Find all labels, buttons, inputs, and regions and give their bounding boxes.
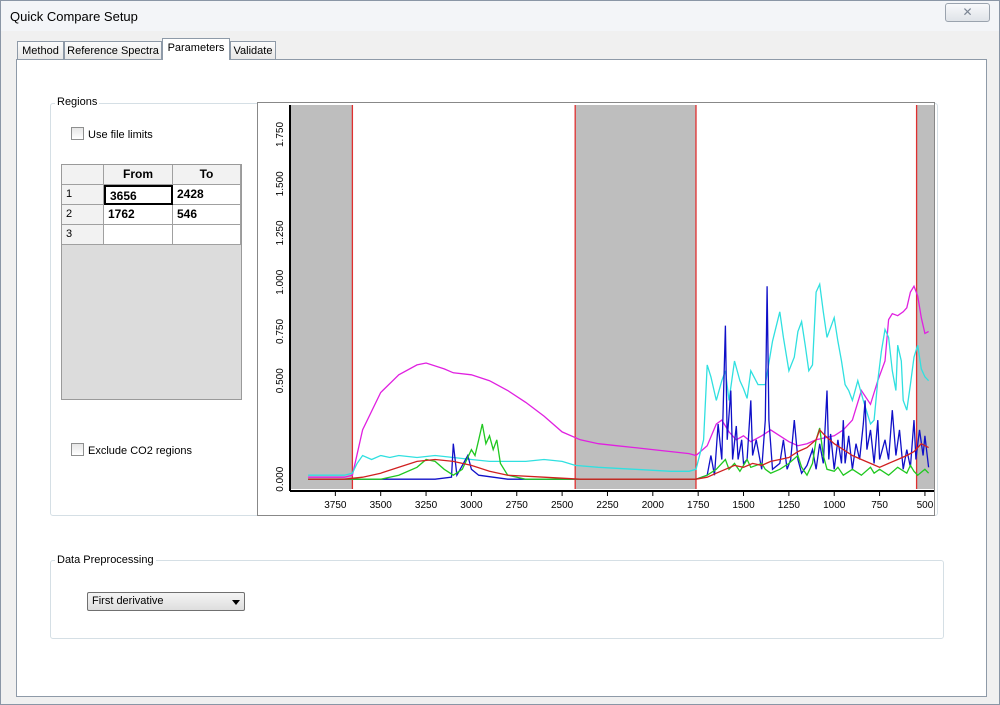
- x-tick-label: 2500: [551, 500, 574, 511]
- spectra-chart[interactable]: 3750 3500 3250 3000 2750 2500 2250 2000 1750 1500…: [257, 102, 935, 516]
- exclude-co2-label: Exclude CO2 regions: [88, 445, 192, 457]
- tab-validate[interactable]: Validate: [230, 41, 276, 59]
- x-tick-label: 3000: [460, 500, 483, 511]
- window-title: Quick Compare Setup: [10, 9, 138, 24]
- x-tick-label: 3500: [370, 500, 393, 511]
- x-tick-label: 2250: [596, 500, 619, 511]
- preprocessing-select-value: First derivative: [92, 595, 164, 607]
- exclude-co2-checkbox[interactable]: Exclude CO2 regions: [71, 443, 192, 457]
- cell-from[interactable]: [104, 225, 173, 245]
- y-tick-label: 1.750: [275, 122, 286, 147]
- chevron-down-icon: [232, 600, 240, 605]
- column-header-to: To: [173, 165, 241, 185]
- x-tick-label: 3750: [324, 500, 347, 511]
- close-icon: ✕: [962, 5, 973, 19]
- excluded-region-shade: [290, 105, 353, 489]
- y-tick-label: 0.000: [275, 466, 286, 491]
- tab-method[interactable]: Method: [17, 41, 64, 59]
- cell-to[interactable]: [173, 225, 241, 245]
- preprocessing-select[interactable]: First derivative: [87, 592, 245, 611]
- tab-reference-spectra[interactable]: Reference Spectra: [64, 41, 162, 59]
- row-header: 2: [62, 205, 104, 225]
- y-tick-label: 1.500: [275, 171, 286, 196]
- x-tick-label: 1500: [732, 500, 755, 511]
- y-tick-label: 1.000: [275, 269, 286, 294]
- title-bar: Quick Compare Setup ✕: [1, 1, 999, 31]
- x-tick-label: 2000: [642, 500, 665, 511]
- table-corner: [62, 165, 104, 185]
- x-tick-label: 2750: [506, 500, 529, 511]
- x-tick-label: 500: [917, 500, 934, 511]
- x-tick-label: 1000: [823, 500, 846, 511]
- cell-to[interactable]: 546: [173, 205, 241, 225]
- preprocessing-group-label: Data Preprocessing: [55, 554, 156, 566]
- x-tick-label: 1250: [778, 500, 801, 511]
- cell-from[interactable]: 3656: [104, 185, 173, 205]
- y-tick-label: 0.750: [275, 319, 286, 344]
- y-tick-label: 1.250: [275, 220, 286, 245]
- checkbox-icon: [71, 127, 84, 140]
- regions-table: From To 1 3656 2428 2 1762 546 3: [61, 164, 242, 400]
- cell-from[interactable]: 1762: [104, 205, 173, 225]
- dialog-window: Quick Compare Setup ✕ Method Reference S…: [0, 0, 1000, 705]
- checkbox-icon: [71, 443, 84, 456]
- row-header: 3: [62, 225, 104, 245]
- x-tick-label: 1750: [687, 500, 710, 511]
- close-button[interactable]: ✕: [945, 3, 990, 22]
- cell-to[interactable]: 2428: [173, 185, 241, 205]
- y-tick-label: 0.500: [275, 368, 286, 393]
- excluded-region-shade: [575, 105, 696, 489]
- use-file-limits-label: Use file limits: [88, 129, 153, 141]
- tab-parameters[interactable]: Parameters: [162, 38, 230, 60]
- row-header: 1: [62, 185, 104, 205]
- x-tick-label: 750: [871, 500, 888, 511]
- regions-group-label: Regions: [55, 96, 100, 108]
- x-tick-label: 3250: [415, 500, 438, 511]
- column-header-from: From: [104, 165, 173, 185]
- use-file-limits-checkbox[interactable]: Use file limits: [71, 127, 153, 141]
